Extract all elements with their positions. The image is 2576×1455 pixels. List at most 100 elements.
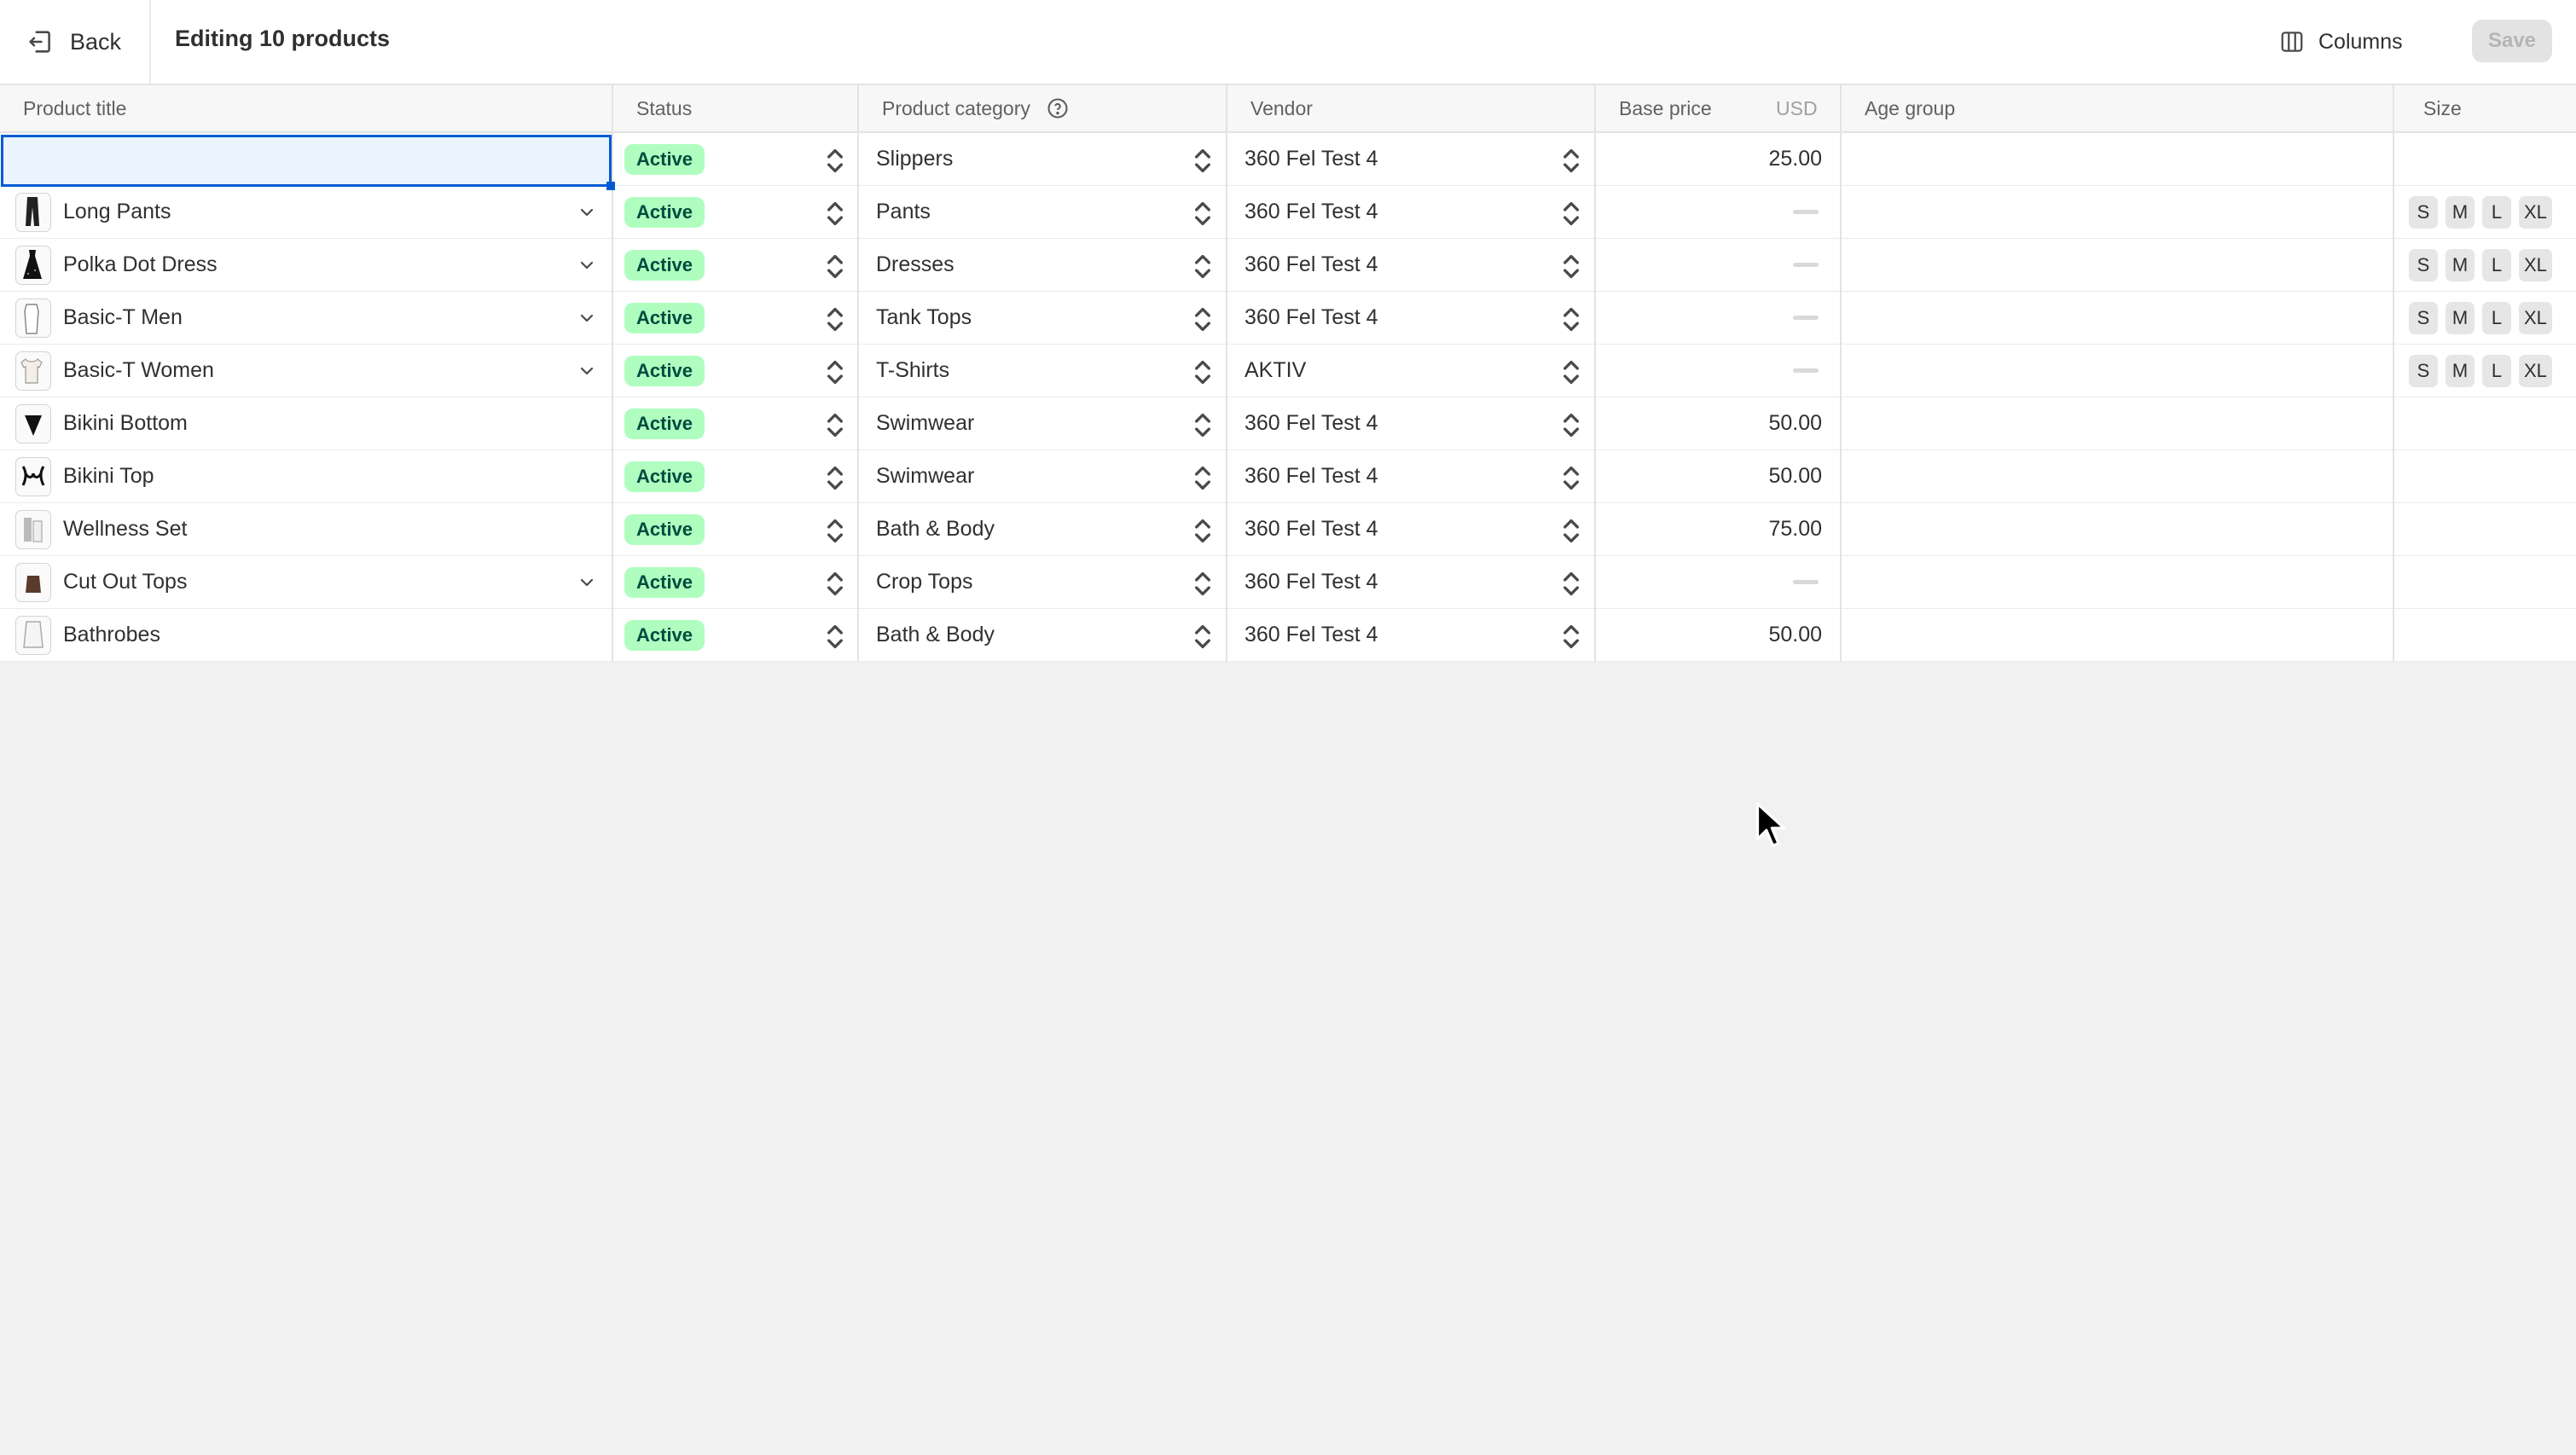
product-title-cell[interactable]: Bikini Top xyxy=(15,450,612,502)
product-category-cell[interactable]: Pants xyxy=(876,186,1227,238)
column-divider xyxy=(612,85,613,662)
base-price-cell[interactable]: 25.00 xyxy=(1595,133,1841,185)
vendor-value: 360 Fel Test 4 xyxy=(1244,147,1378,171)
price-varies-indicator xyxy=(1793,580,1819,584)
selection-fill-handle[interactable] xyxy=(606,182,615,190)
vendor-cell[interactable]: 360 Fel Test 4 xyxy=(1244,186,1595,238)
vendor-cell[interactable]: 360 Fel Test 4 xyxy=(1244,609,1595,661)
table-row: Bikini Top Active Swimwear 360 Fel Test 4 50… xyxy=(0,450,2576,503)
size-cell[interactable] xyxy=(2409,503,2576,555)
product-category-cell[interactable]: T-Shirts xyxy=(876,345,1227,397)
header-currency: USD xyxy=(1776,96,1818,119)
age-group-cell[interactable] xyxy=(1841,133,2393,185)
expand-variants-button[interactable] xyxy=(577,361,597,381)
size-option-chip: M xyxy=(2445,354,2474,387)
age-group-cell[interactable] xyxy=(1841,186,2393,238)
header-base-price[interactable]: Base price xyxy=(1619,85,1712,131)
size-cell[interactable]: S M L XL xyxy=(2409,292,2576,344)
vendor-cell[interactable]: 360 Fel Test 4 xyxy=(1244,397,1595,449)
status-cell[interactable]: Active xyxy=(624,556,858,608)
vendor-cell[interactable]: 360 Fel Test 4 xyxy=(1244,239,1595,291)
product-category-cell[interactable]: Crop Tops xyxy=(876,556,1227,608)
header-size[interactable]: Size xyxy=(2423,85,2462,131)
vendor-cell[interactable]: AKTIV xyxy=(1244,345,1595,397)
status-cell[interactable]: Active xyxy=(624,397,858,449)
expand-variants-button[interactable] xyxy=(577,255,597,275)
size-cell[interactable] xyxy=(2409,397,2576,449)
age-group-cell[interactable] xyxy=(1841,556,2393,608)
status-cell[interactable]: Active xyxy=(624,450,858,502)
chevron-up-down-icon xyxy=(1193,305,1212,332)
product-title-cell[interactable]: Basic-T Men xyxy=(15,292,612,344)
size-option-chip: S xyxy=(2409,195,2438,229)
expand-variants-button[interactable] xyxy=(577,308,597,328)
product-category-cell[interactable]: Dresses xyxy=(876,239,1227,291)
size-cell[interactable]: S M L XL xyxy=(2409,239,2576,291)
chevron-up-down-icon xyxy=(1562,358,1581,385)
header-product-title[interactable]: Product title xyxy=(23,85,126,131)
expand-variants-button[interactable] xyxy=(577,202,597,223)
product-category-cell[interactable]: Tank Tops xyxy=(876,292,1227,344)
base-price-cell[interactable] xyxy=(1595,239,1841,291)
header-vendor[interactable]: Vendor xyxy=(1250,85,1313,131)
product-category-cell[interactable]: Slippers xyxy=(876,133,1227,185)
age-group-cell[interactable] xyxy=(1841,239,2393,291)
base-price-cell[interactable]: 50.00 xyxy=(1595,609,1841,661)
back-button[interactable]: Back xyxy=(26,22,121,61)
status-cell[interactable]: Active xyxy=(624,239,858,291)
age-group-cell[interactable] xyxy=(1841,450,2393,502)
age-group-cell[interactable] xyxy=(1841,609,2393,661)
save-button[interactable]: Save xyxy=(2472,20,2552,62)
base-price-cell[interactable] xyxy=(1595,345,1841,397)
header-product-category[interactable]: Product category xyxy=(882,85,1070,131)
status-cell[interactable]: Active xyxy=(624,133,858,185)
size-cell[interactable]: S M L XL xyxy=(2409,186,2576,238)
size-cell[interactable]: S M L XL xyxy=(2409,345,2576,397)
status-cell[interactable]: Active xyxy=(624,345,858,397)
product-category-cell[interactable]: Swimwear xyxy=(876,450,1227,502)
product-title-cell[interactable]: Long Pants xyxy=(15,186,612,238)
product-title-cell[interactable]: Wellness Set xyxy=(15,503,612,555)
vendor-cell[interactable]: 360 Fel Test 4 xyxy=(1244,556,1595,608)
question-circle-icon[interactable] xyxy=(1046,96,1070,120)
columns-button[interactable]: Columns xyxy=(2279,22,2403,61)
base-price-cell[interactable]: 50.00 xyxy=(1595,450,1841,502)
base-price-cell[interactable] xyxy=(1595,292,1841,344)
age-group-cell[interactable] xyxy=(1841,345,2393,397)
age-group-cell[interactable] xyxy=(1841,397,2393,449)
age-group-cell[interactable] xyxy=(1841,503,2393,555)
product-title-cell[interactable]: Bathrobes xyxy=(15,609,612,661)
size-cell[interactable] xyxy=(2409,450,2576,502)
base-price-cell[interactable]: 75.00 xyxy=(1595,503,1841,555)
status-badge: Active xyxy=(624,619,705,651)
age-group-cell[interactable] xyxy=(1841,292,2393,344)
product-title-cell[interactable]: Bikini Bottom xyxy=(15,397,612,449)
status-cell[interactable]: Active xyxy=(624,503,858,555)
base-price-cell[interactable]: 50.00 xyxy=(1595,397,1841,449)
status-cell[interactable]: Active xyxy=(624,292,858,344)
vendor-cell[interactable]: 360 Fel Test 4 xyxy=(1244,450,1595,502)
vendor-cell[interactable]: 360 Fel Test 4 xyxy=(1244,503,1595,555)
size-cell[interactable] xyxy=(2409,556,2576,608)
vendor-cell[interactable]: 360 Fel Test 4 xyxy=(1244,292,1595,344)
header-age-group[interactable]: Age group xyxy=(1865,85,1955,131)
status-cell[interactable]: Active xyxy=(624,609,858,661)
status-cell[interactable]: Active xyxy=(624,186,858,238)
base-price-value: 50.00 xyxy=(1768,464,1822,488)
header-status[interactable]: Status xyxy=(636,85,692,131)
vendor-cell[interactable]: 360 Fel Test 4 xyxy=(1244,133,1595,185)
size-cell[interactable] xyxy=(2409,609,2576,661)
product-category-cell[interactable]: Swimwear xyxy=(876,397,1227,449)
size-option-chip: S xyxy=(2409,301,2438,334)
product-title-cell[interactable]: Cut Out Tops xyxy=(15,556,612,608)
product-category-cell[interactable]: Bath & Body xyxy=(876,503,1227,555)
expand-variants-button[interactable] xyxy=(577,572,597,593)
status-badge: Active xyxy=(624,408,705,439)
base-price-cell[interactable] xyxy=(1595,556,1841,608)
product-title-cell[interactable]: Basic-T Women xyxy=(15,345,612,397)
size-cell[interactable] xyxy=(2409,133,2576,185)
product-title-cell[interactable]: Polka Dot Dress xyxy=(15,239,612,291)
base-price-cell[interactable] xyxy=(1595,186,1841,238)
product-category-cell[interactable]: Bath & Body xyxy=(876,609,1227,661)
product-category-value: Dresses xyxy=(876,252,954,276)
